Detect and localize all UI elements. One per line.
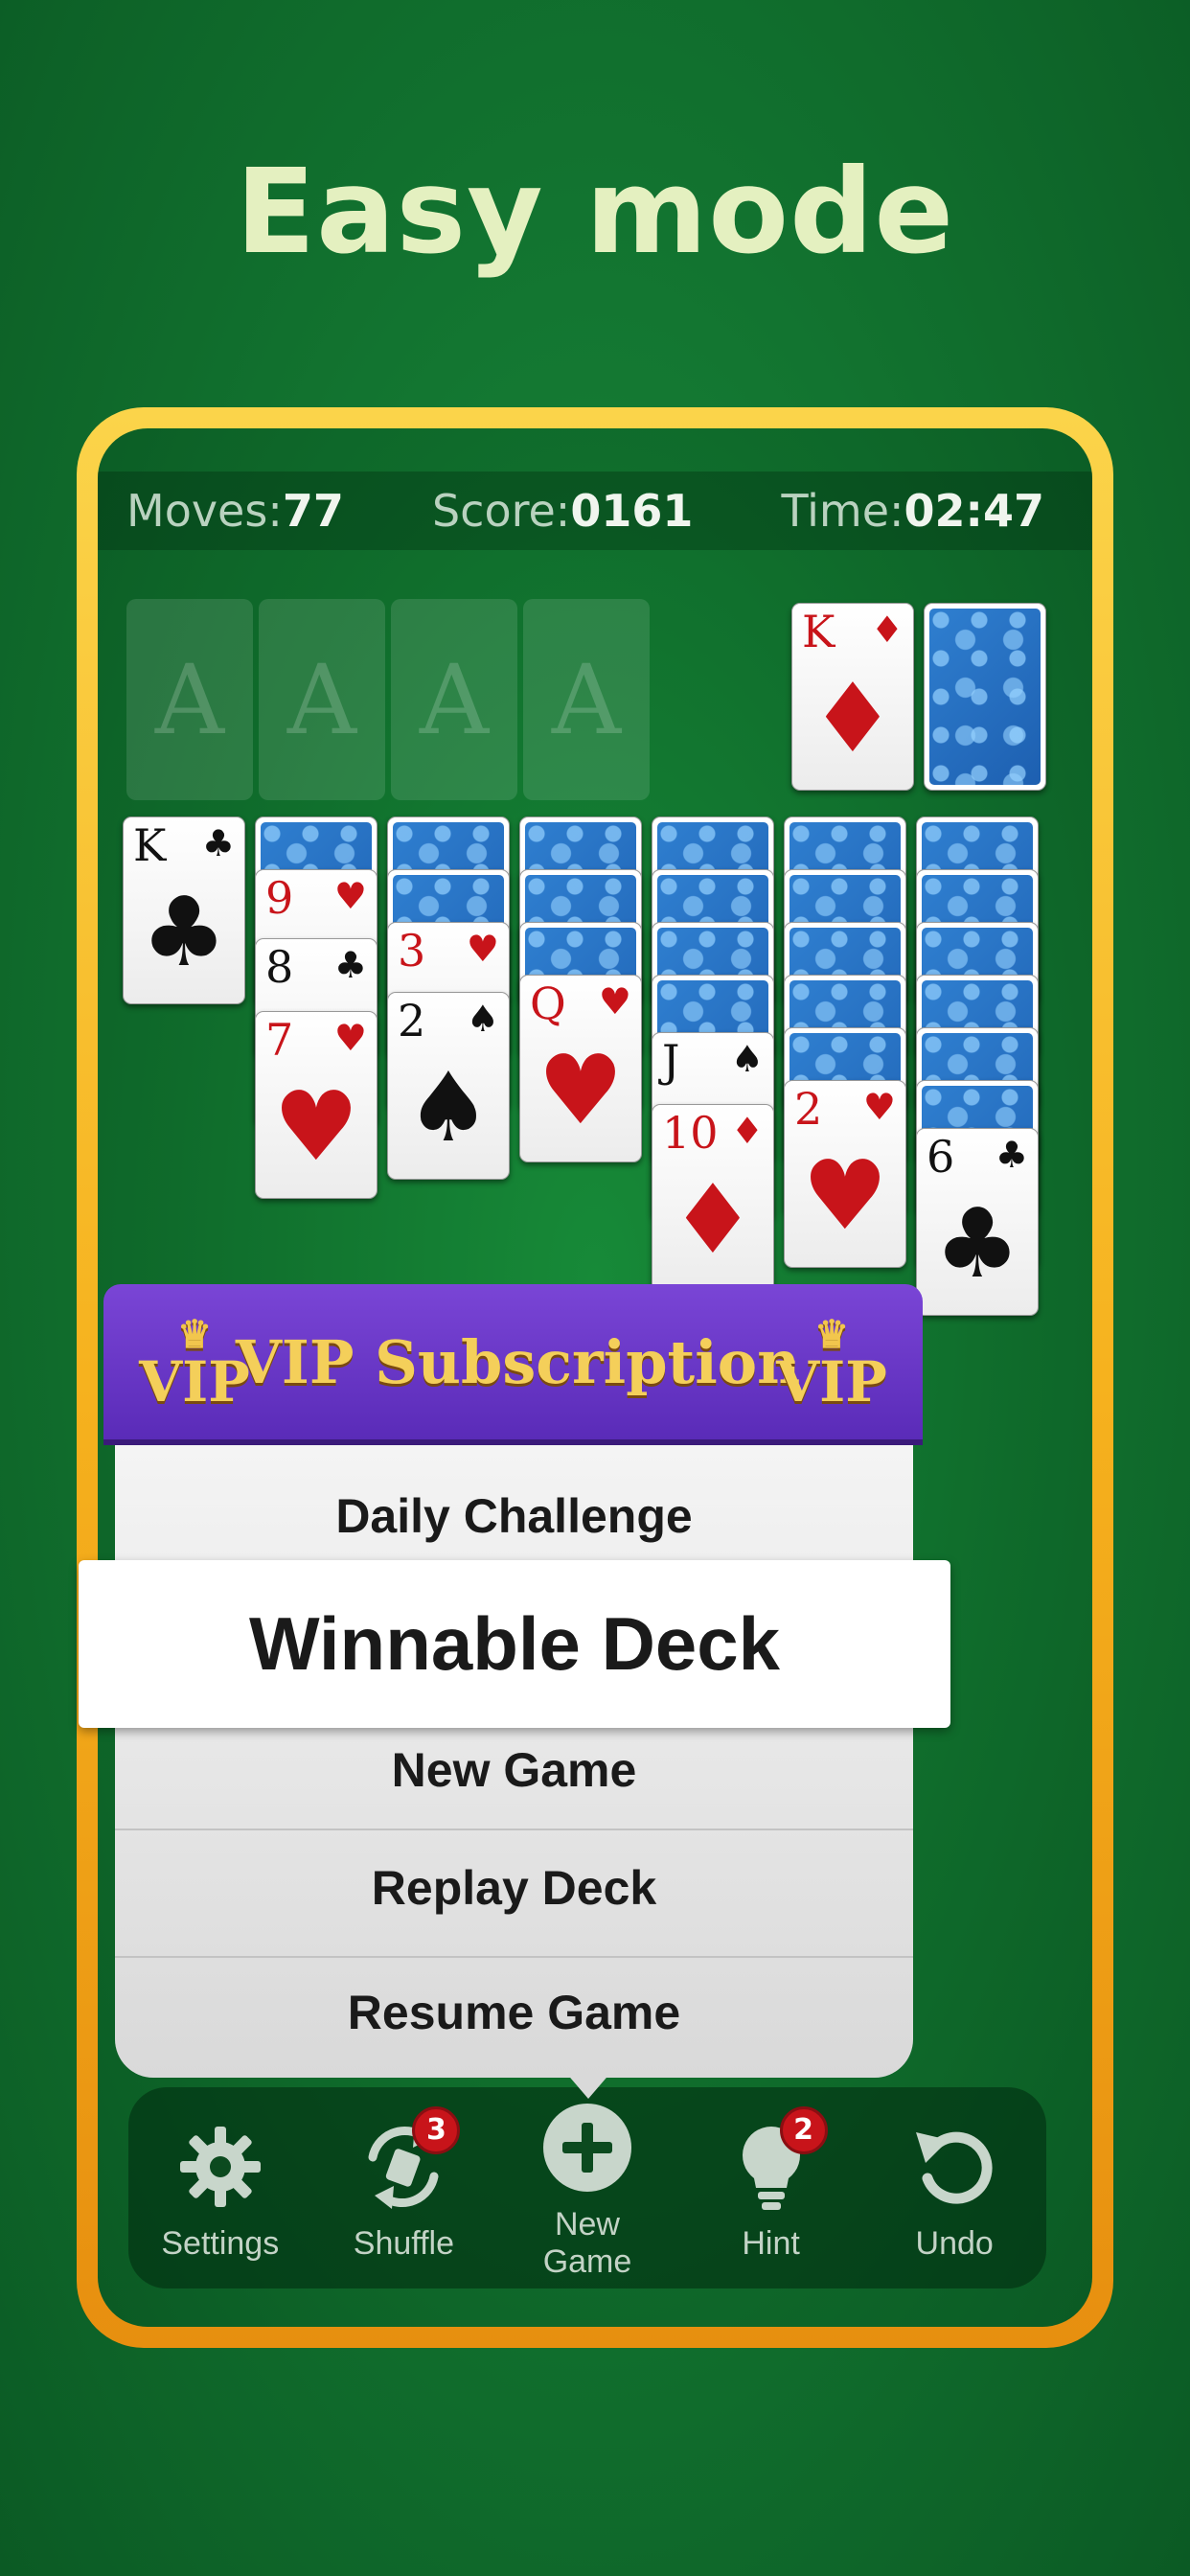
tableau-card[interactable]: 2 ♠ ♠ xyxy=(387,992,510,1180)
tableau-card[interactable]: 6 ♣ ♣ xyxy=(916,1128,1039,1316)
score-stat: Score:0161 xyxy=(431,485,694,537)
menu-pointer xyxy=(565,2072,611,2099)
stock-pile[interactable] xyxy=(924,603,1046,791)
tableau-card[interactable]: 7 ♥ ♥ xyxy=(255,1011,378,1199)
time-stat: Time:02:47 xyxy=(781,485,1044,537)
hint-button[interactable]: 2 Hint xyxy=(690,2105,853,2263)
headline: Easy mode xyxy=(235,144,955,280)
new-game-button[interactable]: New Game xyxy=(506,2095,669,2281)
crown-icon: ♛ xyxy=(177,1312,212,1357)
crown-icon: ♛ xyxy=(814,1312,849,1357)
undo-icon xyxy=(902,2114,1007,2220)
menu-item-daily-challenge[interactable]: Daily Challenge xyxy=(115,1488,913,1544)
tableau-card[interactable]: Q ♥ ♥ xyxy=(519,975,642,1162)
menu-item-winnable-deck[interactable]: Winnable Deck xyxy=(79,1560,950,1728)
foundation-pile[interactable]: A xyxy=(259,599,385,800)
menu-divider xyxy=(115,1828,913,1830)
settings-button[interactable]: Settings xyxy=(139,2114,302,2263)
waste-card[interactable]: K ♦ ♦ xyxy=(791,603,914,791)
shuffle-button[interactable]: 3 Shuffle xyxy=(322,2105,485,2263)
foundation-pile[interactable]: A xyxy=(523,599,650,800)
tableau-card[interactable]: 2 ♥ ♥ xyxy=(784,1080,906,1268)
vip-banner-title: VIP Subscription xyxy=(235,1326,801,1397)
bottom-toolbar: Settings 3 Shuffle New Game 2 Hint Undo xyxy=(128,2087,1046,2288)
menu-item-resume-game[interactable]: Resume Game xyxy=(115,1985,913,2040)
menu-divider xyxy=(115,1956,913,1958)
vip-subscription-banner[interactable]: ♛ VIP VIP Subscription ♛ VIP xyxy=(103,1284,923,1445)
undo-button[interactable]: Undo xyxy=(873,2114,1036,2263)
shuffle-count-badge: 3 xyxy=(412,2105,461,2154)
moves-stat: Moves:77 xyxy=(126,485,344,537)
gear-icon xyxy=(168,2114,273,2220)
menu-item-replay-deck[interactable]: Replay Deck xyxy=(115,1860,913,1916)
stats-bar: Moves:77 Score:0161 Time:02:47 xyxy=(98,472,1092,550)
tableau-card[interactable]: 10 ♦ ♦ xyxy=(652,1104,774,1292)
foundation-pile[interactable]: A xyxy=(126,599,253,800)
menu-item-new-game[interactable]: New Game xyxy=(115,1742,913,1798)
foundation-pile[interactable]: A xyxy=(391,599,517,800)
vip-crown-badge: ♛ VIP xyxy=(139,1312,250,1414)
hint-count-badge: 2 xyxy=(779,2105,828,2154)
tableau-card[interactable]: K ♣ ♣ xyxy=(123,816,245,1004)
vip-crown-badge: ♛ VIP xyxy=(776,1312,887,1414)
game-menu: Daily Challenge New Game Replay Deck Res… xyxy=(115,1445,913,2078)
plus-circle-icon xyxy=(535,2095,640,2200)
